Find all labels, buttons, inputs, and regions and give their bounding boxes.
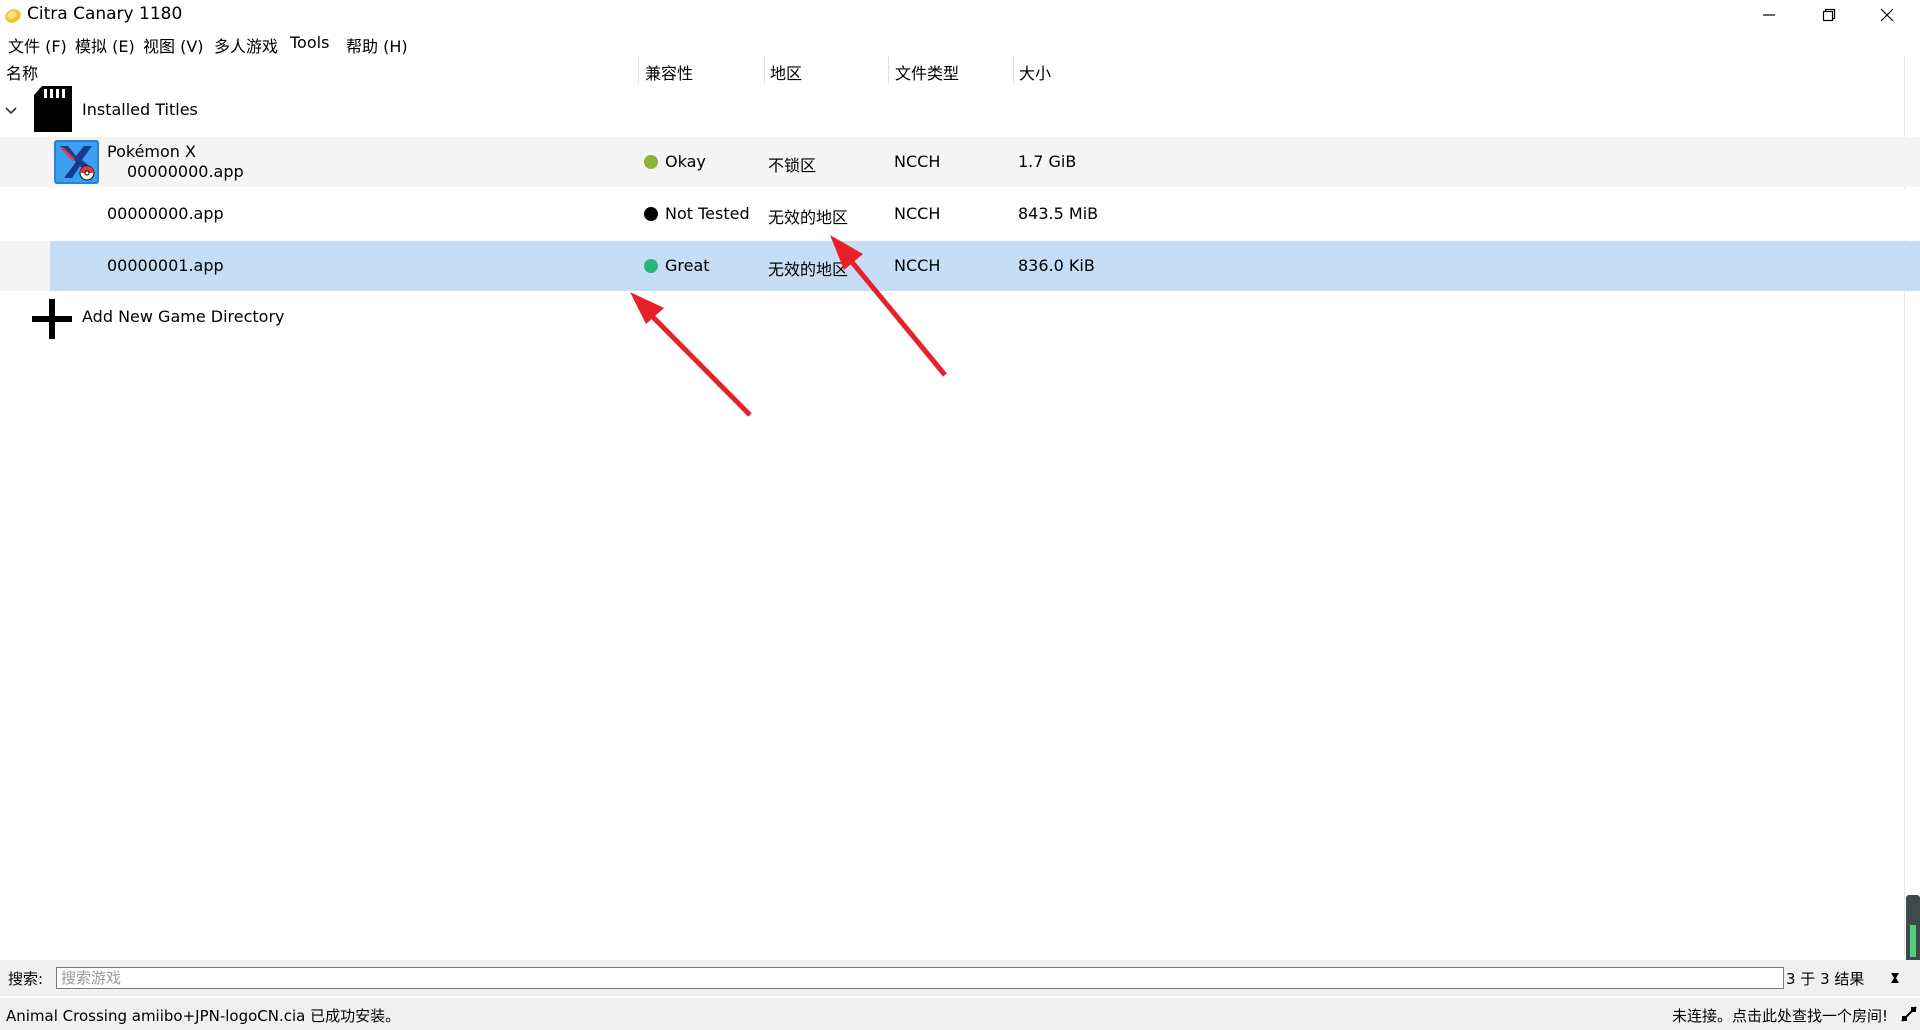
menu-tools[interactable]: Tools (290, 33, 329, 52)
window-title: Citra Canary 1180 (27, 4, 183, 24)
search-result-count: 3 于 3 结果 (1786, 970, 1865, 988)
restore-icon (1822, 8, 1836, 22)
compat-dot-great (644, 259, 658, 273)
region-label: 无效的地区 (768, 260, 849, 279)
compat-label: Great (665, 256, 710, 275)
size-label: 843.5 MiB (1018, 204, 1099, 223)
compat-dot-okay (644, 155, 658, 169)
header-divider[interactable] (764, 56, 765, 84)
clear-filter-icon[interactable] (1888, 971, 1902, 985)
header-divider[interactable] (1013, 56, 1014, 84)
file-type-label: NCCH (894, 256, 941, 275)
minimize-button[interactable] (1740, 0, 1798, 30)
menu-view[interactable]: 视图 (V) (143, 33, 204, 57)
network-status[interactable]: 未连接。点击此处查找一个房间! (1672, 1005, 1888, 1026)
menu-help[interactable]: 帮助 (H) (346, 33, 408, 57)
citra-lemon-icon (5, 9, 21, 23)
size-label: 836.0 KiB (1018, 256, 1095, 275)
tree-group-installed-titles[interactable]: Installed Titles (0, 86, 1920, 136)
group-label: Installed Titles (82, 100, 198, 119)
game-filename: 00000000.app (127, 162, 244, 181)
close-button[interactable] (1858, 0, 1916, 30)
region-label: 不锁区 (768, 156, 817, 175)
game-filename: 00000000.app (107, 204, 224, 223)
minimize-icon (1763, 14, 1775, 16)
disconnected-icon[interactable] (1900, 1005, 1918, 1023)
sd-card-icon (34, 86, 72, 132)
pokemon-x-icon (54, 140, 99, 184)
menu-multiplayer[interactable]: 多人游戏 (214, 33, 278, 57)
plus-icon (32, 299, 72, 339)
menu-file[interactable]: 文件 (F) (8, 33, 67, 57)
compat-label: Not Tested (665, 204, 750, 223)
status-message: Animal Crossing amiibo+JPN-logoCN.cia 已成… (6, 1007, 401, 1025)
title-bar: Citra Canary 1180 (0, 0, 1920, 30)
size-label: 1.7 GiB (1018, 152, 1077, 171)
side-widget-level (1910, 925, 1916, 957)
file-type-label: NCCH (894, 204, 941, 223)
search-label: 搜索: (8, 970, 44, 988)
header-divider[interactable] (638, 56, 639, 84)
search-bar: 搜索: 3 于 3 结果 (0, 960, 1920, 996)
region-label: 无效的地区 (768, 208, 849, 227)
column-header: 名称 兼容性 地区 文件类型 大小 (0, 56, 1905, 84)
game-title: Pokémon X (107, 142, 196, 161)
chevron-down-icon[interactable] (4, 104, 18, 118)
header-divider[interactable] (888, 56, 889, 84)
side-widget[interactable] (1906, 895, 1920, 967)
header-file-type[interactable]: 文件类型 (895, 60, 959, 84)
status-bar: Animal Crossing amiibo+JPN-logoCN.cia 已成… (0, 998, 1920, 1030)
menu-emulation[interactable]: 模拟 (E) (75, 33, 135, 57)
game-row-00000001[interactable]: 00000001.app Great 无效的地区 NCCH 836.0 KiB (0, 241, 1920, 291)
add-game-directory[interactable]: Add New Game Directory (0, 293, 1920, 343)
game-row-pokemon-x[interactable]: Pokémon X 00000000.app Okay 不锁区 NCCH 1.7… (0, 137, 1920, 187)
restore-button[interactable] (1800, 0, 1858, 30)
header-size[interactable]: 大小 (1019, 60, 1051, 84)
close-icon (1880, 8, 1894, 22)
header-name[interactable]: 名称 (6, 60, 38, 84)
search-input[interactable] (56, 967, 1784, 989)
add-directory-label: Add New Game Directory (82, 307, 285, 326)
menu-bar: 文件 (F) 模拟 (E) 视图 (V) 多人游戏 Tools 帮助 (H) (0, 31, 1920, 57)
header-compatibility[interactable]: 兼容性 (645, 60, 693, 84)
compat-dot-not-tested (644, 207, 658, 221)
game-filename: 00000001.app (107, 256, 224, 275)
game-row-00000000[interactable]: 00000000.app Not Tested 无效的地区 NCCH 843.5… (0, 189, 1920, 239)
selection-highlight (50, 241, 1920, 291)
compat-label: Okay (665, 152, 706, 171)
file-type-label: NCCH (894, 152, 941, 171)
header-region[interactable]: 地区 (770, 60, 802, 84)
